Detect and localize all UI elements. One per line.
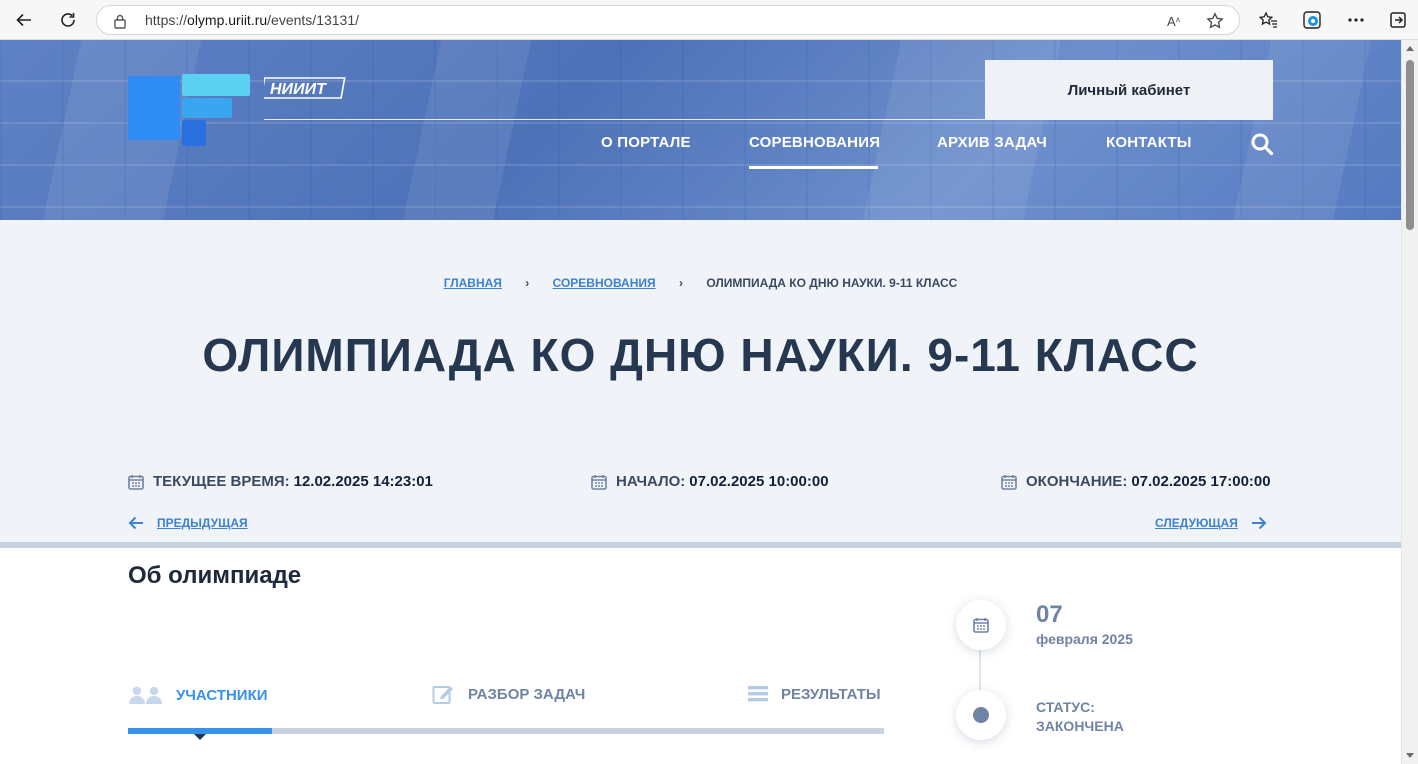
tab-participants-label: УЧАСТНИКИ bbox=[176, 686, 268, 704]
favorite-star-icon[interactable] bbox=[1205, 11, 1225, 31]
tab-results[interactable]: РЕЗУЛЬТАТЫ bbox=[747, 685, 881, 703]
lock-icon bbox=[114, 14, 126, 29]
scroll-down-arrow[interactable] bbox=[1406, 753, 1414, 758]
reload-button[interactable] bbox=[54, 6, 82, 34]
read-aloud-icon[interactable]: Aʌ bbox=[1165, 11, 1185, 31]
scroll-up-arrow[interactable] bbox=[1406, 46, 1414, 51]
page-scrollbar[interactable] bbox=[1401, 40, 1418, 764]
calendar-icon bbox=[128, 474, 144, 490]
site-logo[interactable] bbox=[128, 74, 250, 146]
tab-results-label: РЕЗУЛЬТАТЫ bbox=[781, 685, 881, 703]
breadcrumb-current: ОЛИМПИАДА КО ДНЮ НАУКИ. 9-11 КЛАСС bbox=[706, 276, 958, 290]
status-label: СТАТУС: bbox=[1036, 699, 1095, 715]
url-text[interactable]: https://olymp.uriit.ru/events/13131/ bbox=[145, 12, 359, 28]
reload-icon bbox=[61, 13, 75, 27]
exit-icon bbox=[1390, 12, 1406, 28]
institute-logo-text: НИИИТ bbox=[270, 81, 327, 98]
nav-competitions[interactable]: СОРЕВНОВАНИЯ bbox=[749, 134, 880, 151]
calendar-icon bbox=[591, 474, 607, 490]
nav-about[interactable]: О ПОРТАЛЕ bbox=[601, 134, 691, 151]
calendar-icon bbox=[1001, 474, 1017, 490]
current-time-value: 12.02.2025 14:23:01 bbox=[293, 473, 433, 490]
current-time-label: ТЕКУЩЕЕ ВРЕМЯ: bbox=[153, 473, 290, 490]
end-time-label: ОКОНЧАНИЕ: bbox=[1026, 473, 1128, 490]
url-host: olymp.uriit.ru bbox=[187, 12, 268, 28]
site-header: НИИИТ Личный кабинет О ПОРТАЛЕ СОРЕВНОВА… bbox=[0, 40, 1401, 220]
current-time: ТЕКУЩЕЕ ВРЕМЯ: 12.02.2025 14:23:01 bbox=[128, 473, 433, 490]
tab-task-review[interactable]: РАЗБОР ЗАДАЧ bbox=[432, 683, 585, 705]
favorites-list-icon bbox=[1258, 11, 1277, 28]
breadcrumb-competitions[interactable]: СОРЕВНОВАНИЯ bbox=[553, 276, 656, 290]
edit-icon bbox=[432, 686, 454, 704]
breadcrumb-home[interactable]: ГЛАВНАЯ bbox=[444, 276, 502, 290]
edge-extension-button[interactable] bbox=[1298, 6, 1326, 34]
calendar-icon bbox=[973, 618, 989, 633]
back-arrow-icon bbox=[16, 13, 31, 27]
status-value: ЗАКОНЧЕНА bbox=[1036, 718, 1124, 734]
breadcrumb-separator: › bbox=[678, 276, 683, 290]
more-menu-button[interactable] bbox=[1342, 6, 1370, 34]
timeline-date-marker bbox=[956, 600, 1006, 650]
timeline-status-marker bbox=[956, 690, 1006, 740]
previous-event-label: ПРЕДЫДУЩАЯ bbox=[157, 516, 248, 530]
page-title: ОЛИМПИАДА КО ДНЮ НАУКИ. 9-11 КЛАСС bbox=[202, 329, 1199, 381]
end-time: ОКОНЧАНИЕ: 07.02.2025 17:00:00 bbox=[1001, 473, 1271, 490]
tab-task-review-label: РАЗБОР ЗАДАЧ bbox=[468, 685, 586, 703]
event-month-year: февраля 2025 bbox=[1036, 631, 1133, 647]
arrow-left-icon bbox=[128, 516, 143, 530]
nav-contacts[interactable]: КОНТАКТЫ bbox=[1106, 134, 1192, 151]
next-event-link[interactable]: СЛЕДУЮЩАЯ bbox=[1155, 515, 1267, 531]
section-divider bbox=[0, 542, 1401, 548]
background-glass bbox=[394, 40, 536, 220]
previous-event-link[interactable]: ПРЕДЫДУЩАЯ bbox=[128, 515, 248, 531]
event-day: 07 bbox=[1036, 601, 1063, 628]
svg-text:ʌ: ʌ bbox=[1176, 15, 1180, 24]
svg-text:A: A bbox=[1167, 14, 1176, 29]
address-bar[interactable]: https://olymp.uriit.ru/events/13131/ Aʌ bbox=[96, 5, 1240, 35]
list-icon bbox=[748, 686, 768, 702]
logo-block bbox=[182, 98, 232, 118]
start-time: НАЧАЛО: 07.02.2025 10:00:00 bbox=[591, 473, 829, 490]
arrow-right-icon bbox=[1251, 516, 1267, 530]
scrollbar-thumb[interactable] bbox=[1406, 60, 1414, 230]
users-icon bbox=[129, 686, 162, 704]
sidebar-toggle-button[interactable] bbox=[1384, 6, 1412, 34]
nav-active-indicator bbox=[749, 166, 878, 169]
end-time-value: 07.02.2025 17:00:00 bbox=[1131, 473, 1271, 490]
start-time-value: 07.02.2025 10:00:00 bbox=[689, 473, 829, 490]
breadcrumb: ГЛАВНАЯ › СОРЕВНОВАНИЯ › ОЛИМПИАДА КО ДН… bbox=[0, 276, 1401, 290]
more-dots-icon bbox=[1348, 18, 1364, 22]
institute-logo[interactable]: НИИИТ bbox=[264, 76, 346, 100]
web-page: НИИИТ Личный кабинет О ПОРТАЛЕ СОРЕВНОВА… bbox=[0, 40, 1401, 764]
tab-participants[interactable]: УЧАСТНИКИ bbox=[128, 685, 268, 705]
status-dot bbox=[973, 707, 989, 723]
logo-block bbox=[182, 74, 250, 96]
breadcrumb-separator: › bbox=[525, 276, 530, 290]
browser-toolbar: https://olymp.uriit.ru/events/13131/ Aʌ bbox=[0, 0, 1418, 40]
search-icon[interactable] bbox=[1250, 132, 1274, 156]
event-status: СТАТУС: ЗАКОНЧЕНА bbox=[1036, 698, 1124, 736]
about-heading: Об олимпиаде bbox=[128, 562, 302, 589]
nav-task-archive[interactable]: АРХИВ ЗАДАЧ bbox=[937, 134, 1047, 151]
tabs-caret bbox=[194, 734, 206, 740]
url-path: /events/13131/ bbox=[267, 12, 360, 28]
logo-block bbox=[128, 76, 180, 140]
personal-cabinet-button[interactable]: Личный кабинет bbox=[985, 60, 1273, 120]
favorites-button[interactable] bbox=[1254, 6, 1282, 34]
event-info-section: ГЛАВНАЯ › СОРЕВНОВАНИЯ › ОЛИМПИАДА КО ДН… bbox=[0, 220, 1401, 542]
start-time-label: НАЧАЛО: bbox=[616, 473, 686, 490]
next-event-label: СЛЕДУЮЩАЯ bbox=[1155, 516, 1238, 530]
back-button[interactable] bbox=[10, 6, 38, 34]
edge-icon bbox=[1303, 11, 1321, 29]
url-scheme: https:// bbox=[145, 12, 188, 28]
logo-block bbox=[182, 120, 206, 146]
